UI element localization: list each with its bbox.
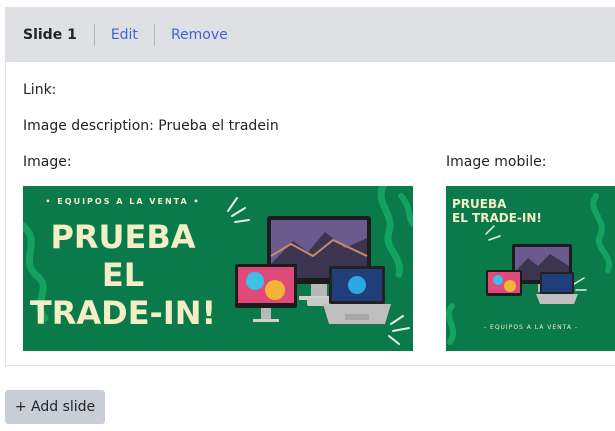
remove-button[interactable]: Remove xyxy=(155,27,244,43)
slide-image-mobile: PRUEBA EL TRADE-IN! - EQUIPOS A LA VENTA… xyxy=(446,186,615,351)
edit-button[interactable]: Edit xyxy=(95,27,154,43)
slide-body: Link: Image description: Prueba el trade… xyxy=(6,62,615,367)
slide-image-desktop: • EQUIPOS A LA VENTA • PRUEBA EL TRADE-I… xyxy=(23,186,413,351)
image-mobile-label: Image mobile: xyxy=(446,154,547,170)
slide-header: Slide 1 Edit Remove xyxy=(6,8,615,62)
banner-mobile-footer: - EQUIPOS A LA VENTA - xyxy=(484,324,578,331)
banner-mobile-graphic: PRUEBA EL TRADE-IN! - EQUIPOS A LA VENTA… xyxy=(446,186,615,351)
slide-card: Slide 1 Edit Remove Link: Image descript… xyxy=(5,7,615,366)
banner-mobile-headline-2: EL TRADE-IN! xyxy=(452,211,542,225)
image-label: Image: xyxy=(23,154,72,170)
banner-headline-1: PRUEBA xyxy=(50,218,195,256)
banner-mobile-headline-1: PRUEBA xyxy=(452,197,507,211)
banner-headline-2: EL xyxy=(102,256,144,294)
link-label: Link: xyxy=(23,82,57,98)
image-description: Image description: Prueba el tradein xyxy=(23,118,279,134)
slide-title: Slide 1 xyxy=(23,27,77,43)
banner-desktop-graphic: • EQUIPOS A LA VENTA • PRUEBA EL TRADE-I… xyxy=(23,186,413,351)
banner-headline-3: TRADE-IN! xyxy=(30,294,216,332)
add-slide-button[interactable]: + Add slide xyxy=(5,390,105,424)
banner-kicker: • EQUIPOS A LA VENTA • xyxy=(45,197,200,206)
